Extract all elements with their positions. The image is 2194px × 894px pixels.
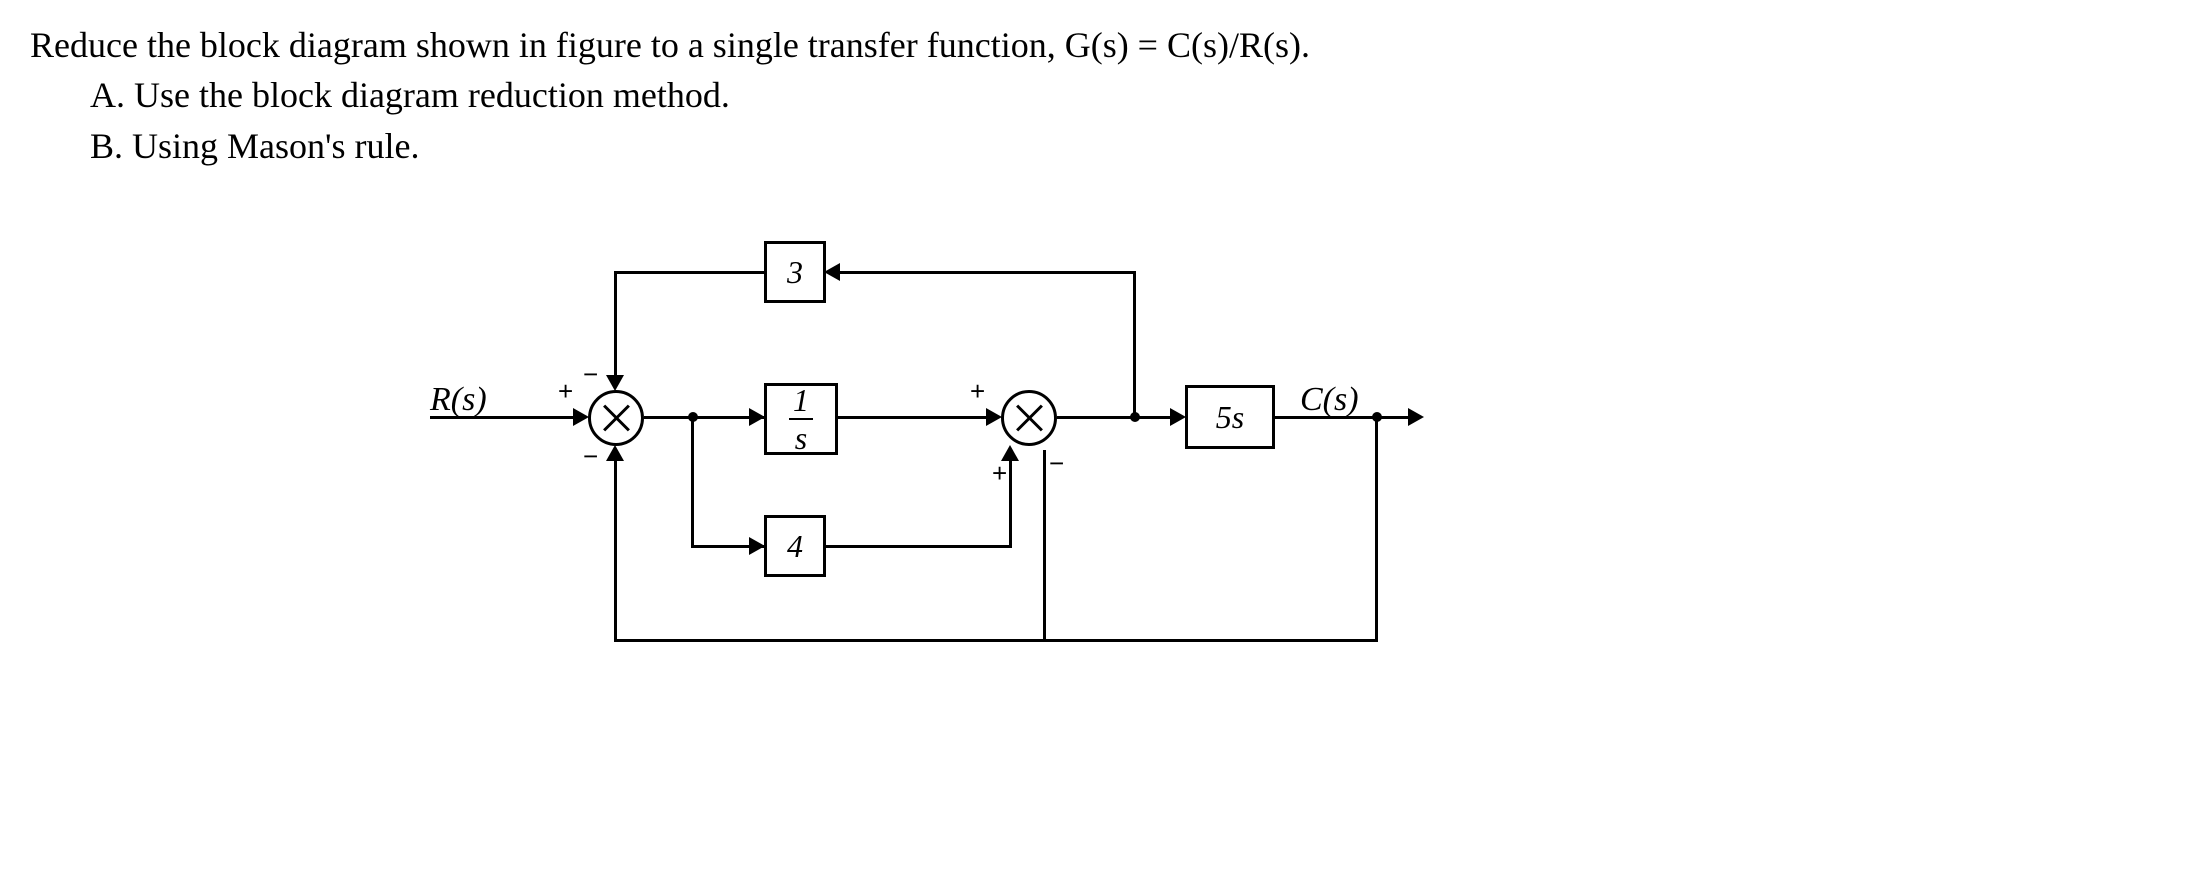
block-diagram: R(s) + − − 1 s + + − 5s C(s) 3 xyxy=(430,211,1530,711)
wire xyxy=(826,545,1011,548)
wire xyxy=(614,271,617,377)
arrowhead-icon xyxy=(986,408,1002,426)
part-a: A. Use the block diagram reduction metho… xyxy=(90,70,2164,120)
wire xyxy=(430,416,575,419)
main-question: Reduce the block diagram shown in figure… xyxy=(30,20,2164,70)
wire xyxy=(1009,459,1012,548)
arrowhead-icon xyxy=(749,537,765,555)
wire xyxy=(1057,416,1172,419)
wire xyxy=(614,271,764,274)
block-integrator: 1 s xyxy=(764,383,838,455)
arrowhead-icon xyxy=(606,445,624,461)
sign-plus: + xyxy=(558,376,573,407)
sign-minus: − xyxy=(583,441,596,472)
arrowhead-icon xyxy=(1001,445,1019,461)
summing-junction-2 xyxy=(1001,390,1057,446)
wire xyxy=(691,419,694,547)
arrowhead-icon xyxy=(749,408,765,426)
wire xyxy=(1275,416,1410,419)
wire xyxy=(644,416,764,419)
sign-plus: + xyxy=(992,458,1007,489)
block-3: 3 xyxy=(764,241,826,303)
sign-minus: − xyxy=(1049,448,1062,479)
wire xyxy=(838,416,988,419)
arrowhead-icon xyxy=(1408,408,1424,426)
wire xyxy=(614,639,1378,642)
arrowhead-icon xyxy=(824,263,840,281)
wire xyxy=(1133,271,1136,419)
problem-statement: Reduce the block diagram shown in figure… xyxy=(30,20,2164,171)
wire xyxy=(1043,450,1046,642)
wire xyxy=(614,459,617,642)
output-label: C(s) xyxy=(1300,381,1359,419)
wire xyxy=(1375,419,1378,641)
block-5s: 5s xyxy=(1185,385,1275,449)
sign-plus: + xyxy=(970,376,985,407)
integrator-numerator: 1 xyxy=(789,384,813,418)
input-label: R(s) xyxy=(430,381,487,419)
part-b: B. Using Mason's rule. xyxy=(90,121,2164,171)
arrowhead-icon xyxy=(1170,408,1186,426)
integrator-denominator: s xyxy=(791,420,811,454)
summing-junction-1 xyxy=(588,390,644,446)
sign-minus: − xyxy=(583,359,596,390)
arrowhead-icon xyxy=(573,408,589,426)
arrowhead-icon xyxy=(606,375,624,391)
block-4: 4 xyxy=(764,515,826,577)
wire xyxy=(838,271,1136,274)
